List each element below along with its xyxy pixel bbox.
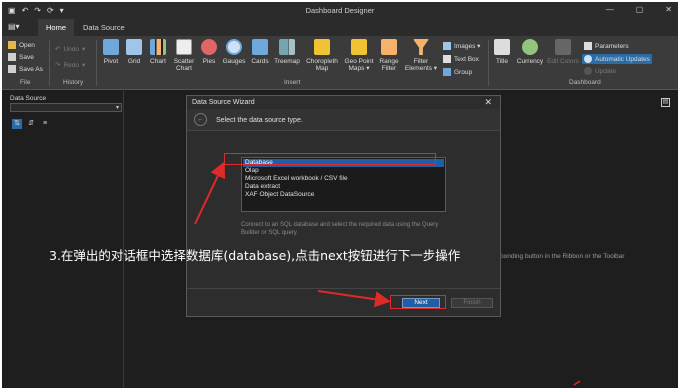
app-window: ▣ ↶ ↷ ⟳ ▾ Dashboard Designer — ▢ ✕ ▤▾ Ho… xyxy=(2,2,678,388)
annotation-arrows xyxy=(194,161,581,386)
arrow-to-next xyxy=(317,290,391,308)
arrow-fragment xyxy=(573,380,581,386)
annotation-caption: 3.在弹出的对话框中选择数据库(database),点击next按钮进行下一步操… xyxy=(49,248,461,263)
arrow-to-database xyxy=(194,161,226,225)
